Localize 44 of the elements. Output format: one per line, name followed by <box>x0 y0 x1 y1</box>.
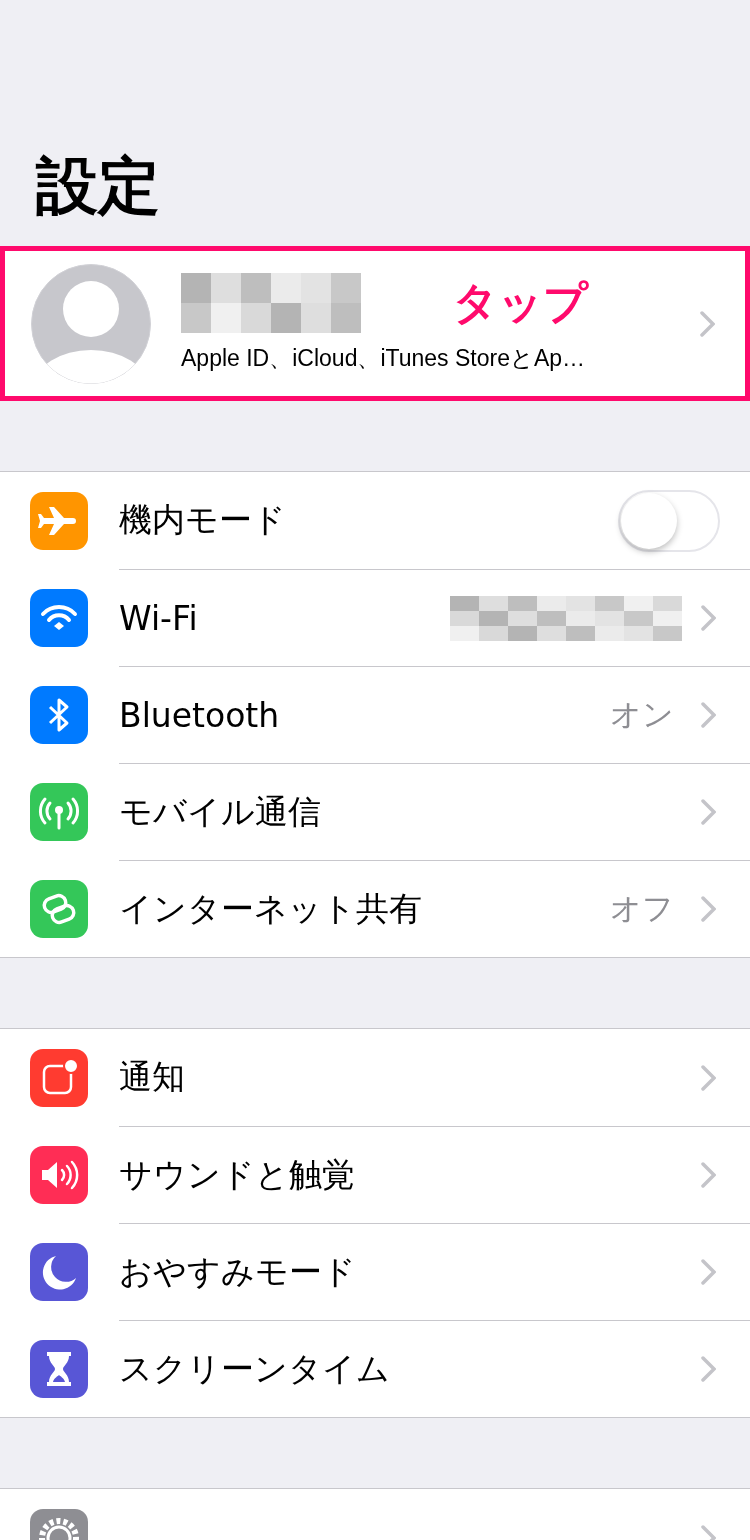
antenna-icon <box>30 782 88 841</box>
chevron-icon <box>699 309 715 338</box>
chevron-icon <box>700 1161 716 1189</box>
row-label: 機内モード <box>119 499 287 541</box>
row-value: オフ <box>610 889 674 928</box>
settings-row[interactable]: スクリーンタイム <box>0 1320 750 1417</box>
settings-row[interactable]: サウンドと触覚 <box>0 1126 750 1223</box>
airplane-icon <box>30 491 88 550</box>
row-label: Bluetooth <box>119 695 281 735</box>
row-label: サウンドと触覚 <box>119 1153 356 1196</box>
chain-link-icon <box>30 879 88 938</box>
settings-row[interactable]: モバイル通信 <box>0 763 750 860</box>
settings-row[interactable]: おやすみモード <box>0 1223 750 1320</box>
moon-icon <box>30 1242 88 1301</box>
row-label: モバイル通信 <box>119 790 322 833</box>
settings-row[interactable]: Bluetooth オン <box>0 666 750 763</box>
avatar-icon <box>31 263 151 384</box>
row-label: スクリーンタイム <box>119 1347 391 1390</box>
speaker-icon <box>30 1145 88 1204</box>
settings-row[interactable]: 通知 <box>0 1029 750 1126</box>
row-label: インターネット共有 <box>119 887 423 930</box>
settings-row[interactable]: 機内モード <box>0 472 750 569</box>
chevron-icon <box>700 1258 716 1286</box>
toggle-switch[interactable] <box>618 489 720 552</box>
page-title: 設定 <box>34 148 161 224</box>
chevron-icon <box>700 1063 716 1092</box>
hourglass-icon <box>30 1339 88 1398</box>
row-value: オン <box>610 695 674 734</box>
row-label: 通知 <box>119 1056 186 1098</box>
settings-row[interactable]: Wi-Fi <box>0 569 750 666</box>
chevron-icon <box>700 604 716 632</box>
tap-annotation: タップ <box>453 275 588 330</box>
chevron-icon <box>700 1355 716 1383</box>
profile-row[interactable]: タップ Apple ID、iCloud、iTunes StoreとAp… <box>0 246 750 401</box>
chevron-icon <box>700 798 716 826</box>
row-label: Wi-Fi <box>119 598 199 638</box>
row-label: おやすみモード <box>119 1250 357 1293</box>
wifi-icon <box>30 588 88 647</box>
settings-row[interactable]: インターネット共有 オフ <box>0 860 750 957</box>
chevron-icon <box>700 701 716 729</box>
chevron-icon <box>700 895 716 923</box>
profile-subtitle: Apple ID、iCloud、iTunes StoreとAp… <box>181 344 587 373</box>
bluetooth-icon <box>30 685 88 744</box>
notification-icon <box>30 1048 88 1107</box>
